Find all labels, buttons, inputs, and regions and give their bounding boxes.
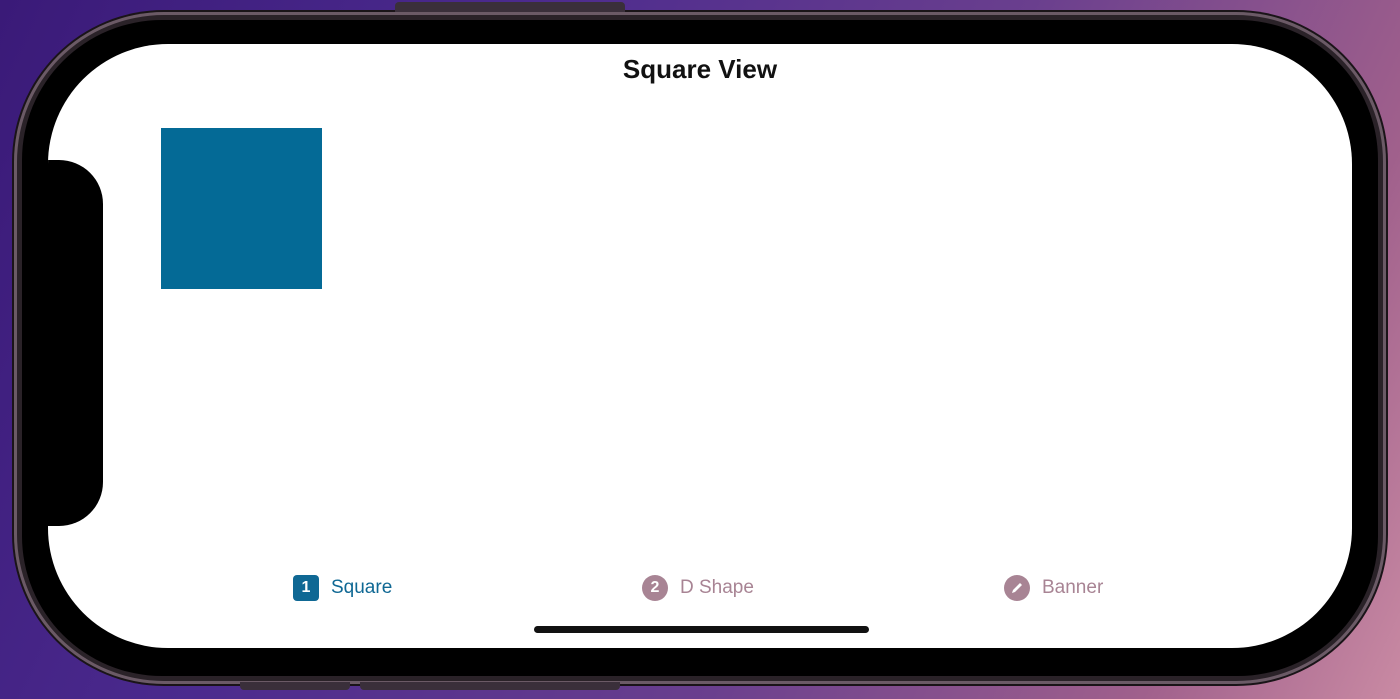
tab-square[interactable]: 1 Square — [293, 570, 392, 606]
device-button-top — [395, 2, 625, 12]
tab-square-label: Square — [331, 577, 393, 598]
camera-notch — [48, 160, 103, 526]
home-indicator[interactable] — [534, 626, 869, 633]
square-shape — [161, 128, 322, 289]
tab-banner[interactable]: Banner — [1004, 570, 1103, 606]
page-title: Square View — [622, 54, 778, 84]
number-1-square-icon: 1 — [293, 575, 319, 601]
pencil-circle-icon — [1004, 575, 1030, 601]
device-button-bottom-1 — [240, 682, 350, 690]
tab-bar: 1 Square 2 D Shape Banner — [48, 570, 1352, 606]
tab-d-shape[interactable]: 2 D Shape — [642, 570, 754, 606]
number-2-circle-icon: 2 — [642, 575, 668, 601]
tab-d-shape-label: D Shape — [680, 577, 754, 598]
tab-banner-label: Banner — [1042, 577, 1104, 598]
app-screen: Square View 1 Square 2 D Shape Banner — [48, 44, 1352, 648]
device-button-bottom-2 — [360, 682, 620, 690]
